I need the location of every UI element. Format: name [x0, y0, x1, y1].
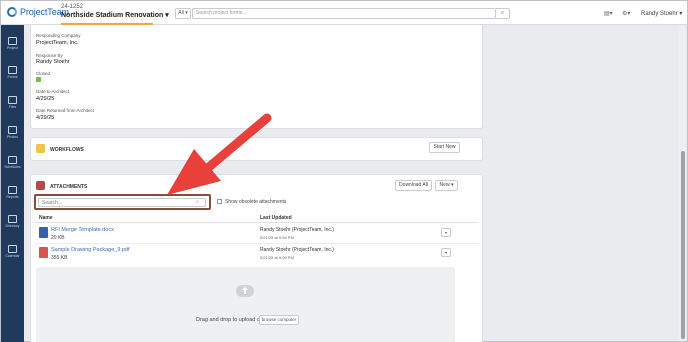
- updated-by: Randy Stoehr (ProjectTeam, Inc.): [260, 227, 334, 233]
- details-card: Responding Company ProjectTeam, Inc. Res…: [30, 25, 483, 129]
- date-to-architect-label: Date to Architect: [36, 89, 70, 94]
- row-actions-button[interactable]: ▾: [441, 228, 451, 237]
- search-filter-select[interactable]: All ▾: [175, 8, 191, 19]
- closed-checkbox: [36, 77, 41, 82]
- sidebar-item-forms[interactable]: Forms: [1, 66, 24, 79]
- sidebar-item-label: Files: [8, 105, 17, 109]
- responding-company-label: Responding Company: [36, 33, 81, 38]
- row-actions-button[interactable]: ▾: [441, 248, 451, 257]
- row-divider: [35, 243, 478, 244]
- forms-icon: [8, 66, 17, 74]
- directory-icon: [8, 215, 17, 223]
- file-size: 20 KB: [51, 235, 65, 241]
- browse-computer-button[interactable]: browse computer: [259, 315, 299, 325]
- responding-company-value: ProjectTeam, Inc.: [36, 40, 79, 46]
- new-attachment-button[interactable]: New ▾: [435, 180, 458, 191]
- scrollbar-thumb[interactable]: [681, 151, 685, 339]
- sidebar-item-project[interactable]: Project: [1, 37, 24, 50]
- closed-label: Closed: [36, 71, 51, 76]
- project-number: 24-1252: [61, 4, 84, 10]
- workflows-card: WORKFLOWS Start New: [30, 137, 483, 161]
- sidebar-item-label: Reports: [6, 195, 19, 199]
- sidebar-item-label: Forms: [7, 75, 18, 79]
- table-header-divider: [35, 222, 478, 223]
- sidebar-item-label: Photos: [7, 135, 18, 139]
- sidebar-item-directory[interactable]: Directory: [1, 215, 24, 228]
- workflows-title: WORKFLOWS: [50, 147, 84, 153]
- search-icon[interactable]: ⌕: [496, 8, 510, 19]
- app-window: ProjectTeam 24-1252 Northside Stadium Re…: [0, 0, 688, 342]
- show-obsolete-label: Show obsolete attachments: [225, 199, 287, 205]
- home-icon: [8, 37, 17, 45]
- calendar-icon: [8, 245, 17, 253]
- date-returned-label: Date Returned from Architect: [36, 108, 95, 113]
- dropzone-text: Drag and drop to upload or: [196, 317, 262, 323]
- sidebar-item-calendar[interactable]: Calendar: [1, 245, 24, 258]
- upload-dropzone[interactable]: Drag and drop to upload or browse comput…: [36, 267, 455, 342]
- logo[interactable]: ProjectTeam: [7, 7, 69, 17]
- upload-arrow-icon: [242, 287, 248, 294]
- column-header-last-updated[interactable]: Last Updated: [260, 215, 292, 221]
- updated-at: 5/21/25 at 9:54 PM: [260, 235, 294, 240]
- file-name-link[interactable]: Sample Drawing Package_9.pdf: [51, 247, 130, 253]
- grid-icon[interactable]: ▤▾: [604, 10, 613, 17]
- start-new-button[interactable]: Start New: [429, 142, 460, 153]
- sidebar-item-label: Project: [7, 46, 18, 50]
- download-all-button[interactable]: Download All: [395, 180, 432, 191]
- project-name: Northside Stadium Renovation ▾: [61, 12, 169, 19]
- search-highlight-box: ⌕: [34, 194, 211, 210]
- sidebar-item-photos[interactable]: Photos: [1, 126, 24, 139]
- attachments-title: ATTACHMENTS: [50, 184, 88, 190]
- settings-icon[interactable]: ⚙▾: [622, 10, 630, 17]
- top-bar: ProjectTeam 24-1252 Northside Stadium Re…: [1, 1, 687, 25]
- sidebar-item-label: Schedules: [4, 165, 21, 169]
- schedules-icon: [8, 156, 17, 164]
- response-by-value: Randy Stoehr: [36, 59, 70, 65]
- sidebar-item-schedules[interactable]: Schedules: [1, 156, 24, 169]
- updated-at: 5/21/25 at 9:09 PM: [260, 255, 294, 260]
- main-content: Responding Company ProjectTeam, Inc. Res…: [24, 25, 679, 342]
- workflow-icon: [36, 144, 45, 153]
- pdf-file-icon: [39, 247, 48, 258]
- attachments-card: ATTACHMENTS Download All New ▾ ⌕ Show ob…: [30, 174, 483, 342]
- date-to-architect-value: 4/29/25: [36, 96, 55, 102]
- sidebar-item-label: Directory: [5, 224, 20, 228]
- attachment-search-input[interactable]: [38, 198, 206, 207]
- file-size: 355 KB: [51, 255, 68, 261]
- updated-by: Randy Stoehr (ProjectTeam, Inc.): [260, 247, 334, 253]
- file-name-link[interactable]: RFI Merge Template.docx: [51, 227, 114, 233]
- folder-icon: [8, 96, 17, 104]
- search-icon: ⌕: [196, 199, 199, 205]
- response-by-label: Response By: [36, 53, 63, 58]
- sidebar-item-files[interactable]: Files: [1, 96, 24, 109]
- project-selector[interactable]: 24-1252 Northside Stadium Renovation ▾: [61, 4, 169, 19]
- sidebar-item-label: Calendar: [5, 254, 20, 258]
- reports-icon: [8, 186, 17, 194]
- global-search-input[interactable]: Search project forms...: [192, 8, 496, 19]
- column-header-name[interactable]: Name: [39, 215, 53, 221]
- logo-icon: [7, 7, 17, 17]
- user-menu[interactable]: Randy Stoehr ▾: [641, 10, 682, 17]
- date-returned-value: 4/29/25: [36, 115, 55, 121]
- paperclip-icon: [36, 181, 45, 190]
- photos-icon: [8, 126, 17, 134]
- sidebar: Project Forms Files Photos Schedules Rep…: [1, 25, 24, 342]
- sidebar-item-reports[interactable]: Reports: [1, 186, 24, 199]
- word-file-icon: [39, 227, 48, 238]
- show-obsolete-checkbox[interactable]: [217, 199, 222, 204]
